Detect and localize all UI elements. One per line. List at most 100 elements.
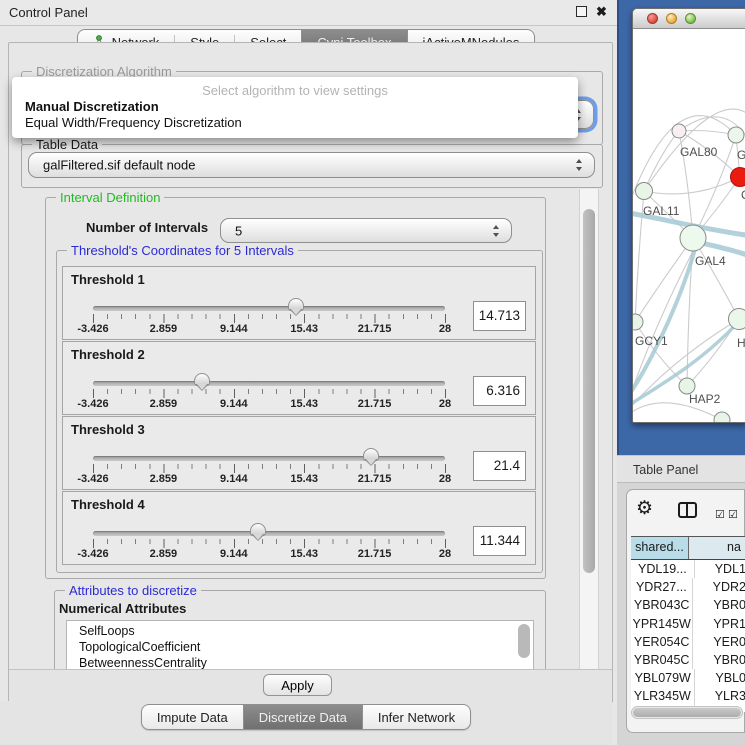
network-node[interactable] xyxy=(633,314,643,330)
slider-major-ticks xyxy=(93,314,447,323)
cell-name[interactable]: YBL0 xyxy=(695,669,745,687)
slider-track[interactable] xyxy=(93,456,445,461)
slider-thumb[interactable] xyxy=(288,298,304,311)
table-row[interactable]: YER054CYER0 xyxy=(631,633,745,651)
slider-thumb[interactable] xyxy=(250,523,266,536)
group-label-attributes: Attributes to discretize xyxy=(65,583,201,598)
popup-item-manual-discretization[interactable]: Manual Discretization xyxy=(12,99,578,115)
group-label-thresholds: Threshold's Coordinates for 5 Intervals xyxy=(67,243,298,258)
slider-thumb[interactable] xyxy=(363,448,379,461)
settings-scrollbar-thumb[interactable] xyxy=(583,209,595,573)
slider-thumb[interactable] xyxy=(194,373,210,386)
network-node[interactable] xyxy=(731,168,745,187)
slider-track[interactable] xyxy=(93,531,445,536)
list-item-selfloops[interactable]: SelfLoops xyxy=(67,623,533,639)
tab-infer-network[interactable]: Infer Network xyxy=(362,705,470,729)
threshold-panel-1: Threshold 1-3.4262.8599.14415.4321.71528… xyxy=(62,266,536,340)
cell-name[interactable]: YBR0 xyxy=(693,651,745,669)
combobox-arrows-icon xyxy=(576,159,583,171)
window-buttons: ✖ xyxy=(576,5,607,18)
apply-button[interactable]: Apply xyxy=(263,674,332,696)
popup-item-equal-width-frequency[interactable]: Equal Width/Frequency Discretization xyxy=(12,115,578,131)
cell-shared-name[interactable]: YBL079W xyxy=(631,669,695,687)
tab-discretize-data[interactable]: Discretize Data xyxy=(243,705,362,729)
network-edge[interactable] xyxy=(644,177,740,194)
threshold-label: Threshold 4 xyxy=(71,497,145,512)
table-data-combobox[interactable]: galFiltered.sif default node xyxy=(28,152,595,178)
cell-name[interactable]: YDR2 xyxy=(693,578,745,596)
column-header-name[interactable]: na xyxy=(689,537,745,559)
threshold-label: Threshold 1 xyxy=(71,272,145,287)
close-traffic-light-icon[interactable] xyxy=(647,13,658,24)
cell-shared-name[interactable]: YDR27... xyxy=(631,578,693,596)
network-node[interactable] xyxy=(714,412,730,422)
checkbox-icon[interactable]: ☑ xyxy=(715,508,726,521)
cell-shared-name[interactable]: YER054C xyxy=(631,633,693,651)
cell-name[interactable]: YLR3 xyxy=(695,687,745,705)
number-of-intervals-combobox[interactable]: 5 xyxy=(220,218,512,243)
network-node[interactable] xyxy=(729,309,745,330)
node-label-gal80: GAL80 xyxy=(680,145,718,159)
float-window-icon[interactable] xyxy=(576,6,587,17)
network-node[interactable] xyxy=(636,183,653,200)
network-edge[interactable] xyxy=(679,131,736,136)
cell-name[interactable]: YER0 xyxy=(693,633,745,651)
combobox-arrows-icon xyxy=(493,225,500,237)
cell-shared-name[interactable]: YDL19... xyxy=(631,560,695,578)
cell-shared-name[interactable]: YBR043C xyxy=(631,596,693,614)
zoom-traffic-light-icon[interactable] xyxy=(685,13,696,24)
list-scrollbar-thumb[interactable] xyxy=(518,624,530,658)
tick-label: 15.43 xyxy=(290,548,318,560)
list-item-betweennesscentrality[interactable]: BetweennessCentrality xyxy=(67,655,533,669)
threshold-value-field[interactable]: 11.344 xyxy=(473,526,526,556)
cell-name[interactable]: YDL1 xyxy=(695,560,745,578)
table-row[interactable]: YBR045CYBR0 xyxy=(631,651,745,669)
table-row[interactable]: YDL19...YDL1 xyxy=(631,560,745,578)
gear-icon[interactable]: ⚙ xyxy=(636,497,653,520)
tick-label: 15.43 xyxy=(290,323,318,335)
tab-impute-data[interactable]: Impute Data xyxy=(142,705,243,729)
table-hscrollbar-thumb[interactable] xyxy=(633,708,741,717)
table-row[interactable]: YLR345WYLR3 xyxy=(631,687,745,705)
cell-name[interactable]: YBR0 xyxy=(693,596,745,614)
cell-shared-name[interactable]: YBR045C xyxy=(631,651,693,669)
table-row[interactable]: YBL079WYBL0 xyxy=(631,669,745,687)
list-item-topologicalcoefficient[interactable]: TopologicalCoefficient xyxy=(67,639,533,655)
threshold-label: Threshold 2 xyxy=(71,347,145,362)
network-window: GAL80GACGAL11GAL4GCY1HHAP2 xyxy=(632,8,745,423)
network-node[interactable] xyxy=(680,225,706,251)
tick-label: 9.144 xyxy=(220,323,248,335)
split-panel-icon[interactable] xyxy=(678,502,697,518)
right-side: GAL80GACGAL11GAL4GCY1HHAP2 Table Panel ⚙… xyxy=(617,0,745,745)
slider-track[interactable] xyxy=(93,306,445,311)
table-row[interactable]: YPR145WYPR1 xyxy=(631,615,745,633)
cell-shared-name[interactable]: YPR145W xyxy=(631,615,693,633)
tick-label: 28 xyxy=(439,323,451,335)
network-node[interactable] xyxy=(672,124,686,138)
screenshot-root: Control Panel ✖ NetworkStyleSelectCyni T… xyxy=(0,0,745,745)
network-node[interactable] xyxy=(728,127,744,143)
settings-scrollbar[interactable] xyxy=(579,189,599,669)
bottom-strip: Impute DataDiscretize DataInfer Network xyxy=(0,701,612,745)
network-canvas[interactable]: GAL80GACGAL11GAL4GCY1HHAP2 xyxy=(633,29,745,422)
minimize-traffic-light-icon[interactable] xyxy=(666,13,677,24)
table-row[interactable]: YBR043CYBR0 xyxy=(631,596,745,614)
network-window-titlebar[interactable] xyxy=(633,9,745,29)
threshold-value-field[interactable]: 21.4 xyxy=(473,451,526,481)
table-row[interactable]: YDR27...YDR2 xyxy=(631,578,745,596)
control-panel-titlebar: Control Panel ✖ xyxy=(0,0,617,26)
threshold-value-field[interactable]: 6.316 xyxy=(473,376,526,406)
node-label-ga: GA xyxy=(737,148,745,162)
table-hscrollbar[interactable] xyxy=(631,706,743,719)
table-header-row: shared...na xyxy=(631,536,745,560)
close-icon[interactable]: ✖ xyxy=(596,5,607,18)
cell-name[interactable]: YPR1 xyxy=(693,615,745,633)
slider-track[interactable] xyxy=(93,381,445,386)
checkbox-icon[interactable]: ☑ xyxy=(728,508,739,521)
node-label-h: H xyxy=(737,336,745,350)
numerical-attributes-list[interactable]: SelfLoopsTopologicalCoefficientBetweenne… xyxy=(66,620,534,669)
threshold-value-field[interactable]: 14.713 xyxy=(473,301,526,331)
cell-shared-name[interactable]: YLR345W xyxy=(631,687,695,705)
tab-group: Impute DataDiscretize DataInfer Network xyxy=(141,704,471,730)
column-header-shared-name[interactable]: shared... xyxy=(631,537,689,559)
